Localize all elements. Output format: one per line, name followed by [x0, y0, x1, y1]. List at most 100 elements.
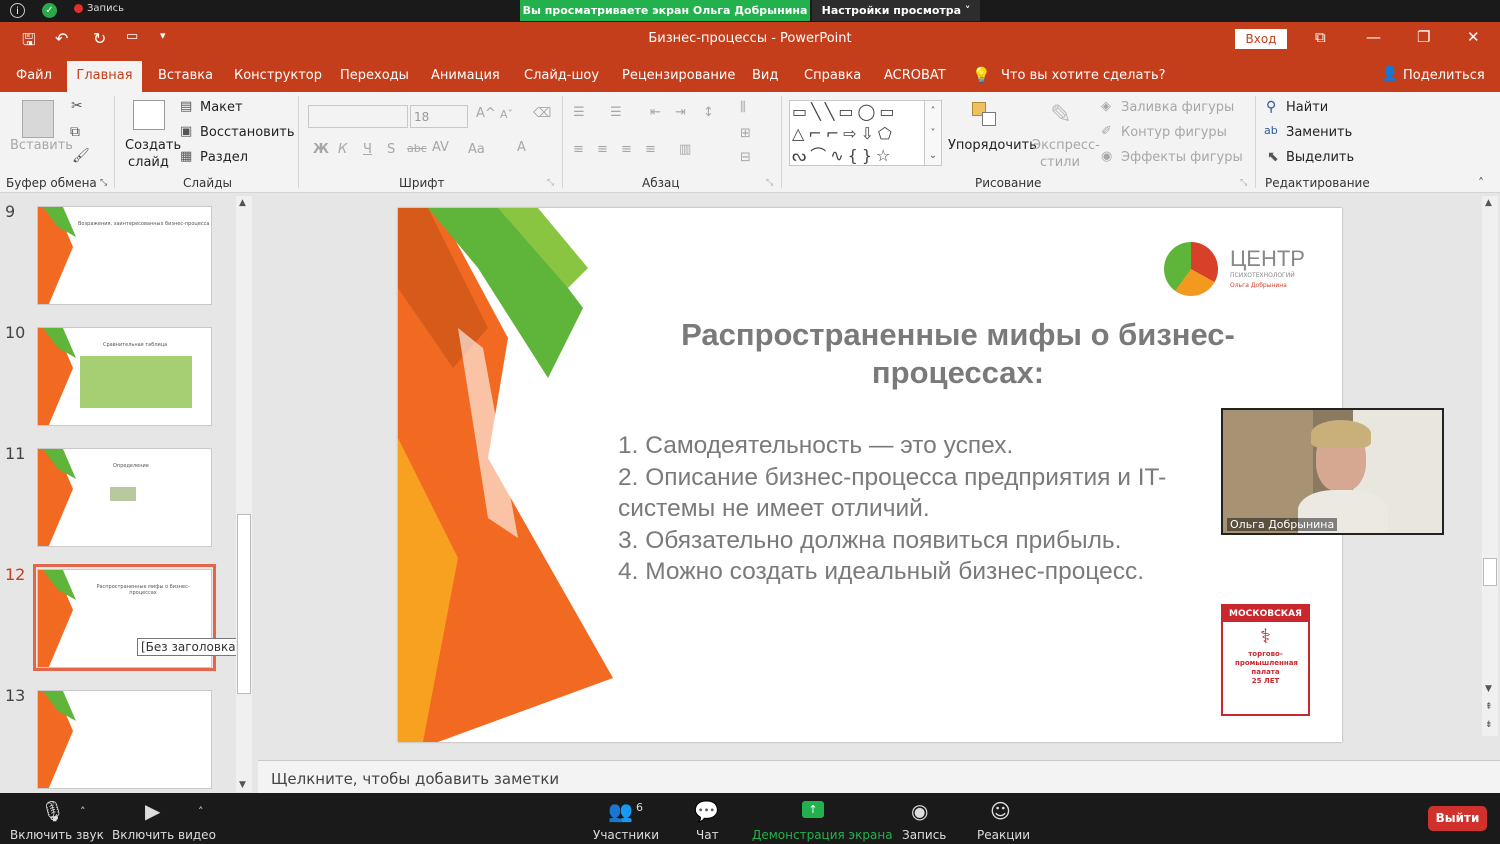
shape-outline-button[interactable]: Контур фигуры [1121, 125, 1227, 140]
slide-thumbnail-11[interactable]: Определение [37, 448, 212, 547]
leave-button[interactable]: Выйти [1428, 806, 1487, 831]
current-slide[interactable]: ЦЕНТР ПСИХОТЕХНОЛОГИЙ Ольга Добрынина Ра… [398, 208, 1342, 742]
font-launcher-icon[interactable]: ⤡ [547, 178, 554, 188]
scroll-thumb[interactable] [237, 514, 251, 694]
arrange-button[interactable]: Упорядочить [948, 138, 1037, 153]
char-spacing-icon[interactable]: AV [432, 140, 449, 155]
scroll-up-icon[interactable]: ▲ [239, 198, 246, 208]
paragraph-launcher-icon[interactable]: ⤡ [766, 178, 773, 188]
tab-transitions[interactable]: Переходы [340, 68, 409, 83]
smartart-icon[interactable]: ⊟ [740, 150, 751, 165]
share-button[interactable]: Поделиться [1403, 68, 1485, 83]
shapes-gallery-scroll[interactable]: ˄ ˅ ⌄ [924, 100, 942, 166]
slide-title[interactable]: Распространенные мифы о бизнес-процессах… [658, 316, 1258, 392]
collapse-ribbon-icon[interactable]: ˄ [1478, 176, 1484, 190]
signin-button[interactable]: Вход [1235, 29, 1287, 49]
unmute-button[interactable]: Включить звук [10, 828, 104, 842]
cut-icon[interactable]: ✂ [71, 98, 83, 114]
bold-icon[interactable]: Ж [313, 142, 329, 157]
italic-icon[interactable]: К [338, 142, 347, 157]
participants-button[interactable]: Участники [593, 828, 659, 842]
clipboard-launcher-icon[interactable]: ⤡ [100, 178, 107, 188]
scroll-thumb[interactable] [1483, 558, 1497, 586]
tab-design[interactable]: Конструктор [234, 68, 322, 83]
reactions-button[interactable]: Реакции [977, 828, 1030, 842]
tab-acrobat[interactable]: ACROBAT [884, 68, 946, 83]
font-size-combo[interactable]: 18 [410, 105, 468, 128]
reset-button[interactable]: Восстановить [200, 125, 295, 140]
shape-effects-button[interactable]: Эффекты фигуры [1121, 150, 1243, 165]
record-button[interactable]: Запись [902, 828, 946, 842]
clipboard-icon[interactable] [22, 100, 54, 138]
align-center-icon[interactable]: ≡ [597, 142, 608, 157]
text-direction-icon[interactable]: ⫼ [740, 100, 746, 115]
grow-font-icon[interactable]: A^ [476, 106, 496, 121]
mic-muted-icon[interactable]: 🎙 [40, 799, 65, 823]
new-slide-label-1[interactable]: Создать [125, 138, 181, 153]
shape-fill-button[interactable]: Заливка фигуры [1121, 100, 1234, 115]
format-painter-icon[interactable]: 🖌 [72, 148, 90, 164]
section-button[interactable]: Раздел [200, 150, 248, 165]
numbering-icon[interactable]: ☰ [610, 105, 622, 120]
tab-review[interactable]: Рецензирование [622, 68, 735, 83]
quick-styles-icon[interactable]: ✎ [1050, 100, 1072, 130]
thumbnail-scrollbar[interactable]: ▲ ▼ [236, 196, 252, 792]
increase-indent-icon[interactable]: ⇥ [675, 105, 686, 120]
close-icon[interactable]: ✕ [1467, 28, 1480, 46]
shapes-gallery[interactable]: ▭╲╲▭◯▭ △⌐⌐⇨⇩⬠ ᔓ⌒∿{}☆ [789, 100, 925, 166]
next-slide-icon[interactable]: ⇟ [1485, 720, 1493, 730]
find-button[interactable]: Найти [1286, 100, 1328, 115]
view-settings-button[interactable]: Настройки просмотра ˅ [812, 0, 980, 21]
quick-styles-label-2[interactable]: стили [1040, 155, 1080, 170]
info-icon[interactable]: i [10, 3, 25, 18]
justify-icon[interactable]: ≡ [645, 142, 656, 157]
prev-slide-icon[interactable]: ⇞ [1485, 702, 1493, 712]
start-video-button[interactable]: Включить видео [112, 828, 216, 842]
slide-thumbnail-13[interactable] [37, 690, 212, 789]
video-options-caret-icon[interactable]: ˄ [198, 805, 204, 818]
video-off-icon[interactable]: ▶ [145, 799, 160, 823]
participant-video[interactable]: Ольга Добрынина [1221, 408, 1444, 535]
tab-help[interactable]: Справка [804, 68, 861, 83]
scroll-down-icon[interactable]: ▼ [1485, 684, 1492, 694]
font-name-combo[interactable] [308, 105, 408, 128]
tell-me-search[interactable]: Что вы хотите сделать? [1001, 68, 1166, 83]
participants-icon[interactable]: 👥 [608, 799, 633, 823]
paste-label[interactable]: Вставить [10, 138, 73, 153]
notes-pane[interactable]: Щелкните, чтобы добавить заметки [258, 760, 1500, 793]
tab-home[interactable]: Главная [67, 61, 142, 93]
share-screen-button[interactable]: Демонстрация экрана [752, 828, 893, 842]
tab-view[interactable]: Вид [752, 68, 778, 83]
shadow-icon[interactable]: S [387, 142, 395, 157]
drawing-launcher-icon[interactable]: ⤡ [1240, 178, 1247, 188]
strikethrough-icon[interactable]: abc [407, 142, 427, 155]
align-left-icon[interactable]: ≡ [573, 142, 584, 157]
slide-thumbnail-9[interactable]: Возражения, заинтересованных бизнес-проц… [37, 206, 212, 305]
copy-icon[interactable]: ⧉ [70, 124, 80, 140]
slide-thumbnail-10[interactable]: Сравнительная таблица [37, 327, 212, 426]
share-screen-icon[interactable]: ↑ [802, 801, 824, 818]
slide-scrollbar[interactable]: ▲ ▼ ⇞ ⇟ [1482, 196, 1498, 736]
ribbon-display-icon[interactable]: ⧉ [1315, 28, 1326, 46]
change-case-icon[interactable]: Aa [468, 142, 485, 157]
columns-icon[interactable]: ▥ [679, 142, 691, 157]
bullets-icon[interactable]: ☰ [573, 105, 585, 120]
layout-button[interactable]: Макет [200, 100, 243, 115]
quick-styles-label-1[interactable]: Экспресс- [1032, 138, 1100, 153]
scroll-down-icon[interactable]: ▼ [239, 780, 246, 790]
tab-file[interactable]: Файл [16, 68, 52, 83]
scroll-up-icon[interactable]: ▲ [1485, 198, 1492, 208]
tab-slideshow[interactable]: Слайд-шоу [524, 68, 599, 83]
line-spacing-icon[interactable]: ↕ [703, 105, 714, 120]
tab-insert[interactable]: Вставка [158, 68, 213, 83]
decrease-indent-icon[interactable]: ⇤ [650, 105, 661, 120]
clear-format-icon[interactable]: ⌫ [533, 106, 551, 121]
align-right-icon[interactable]: ≡ [621, 142, 632, 157]
arrange-icon[interactable] [970, 100, 1000, 130]
reactions-icon[interactable]: ☺ [990, 799, 1011, 823]
security-shield-icon[interactable]: ✓ [42, 3, 57, 18]
shrink-font-icon[interactable]: Aˇ [500, 108, 513, 121]
chat-button[interactable]: Чат [696, 828, 719, 842]
tab-animations[interactable]: Анимация [431, 68, 500, 83]
record-icon[interactable]: ◉ [911, 799, 928, 823]
